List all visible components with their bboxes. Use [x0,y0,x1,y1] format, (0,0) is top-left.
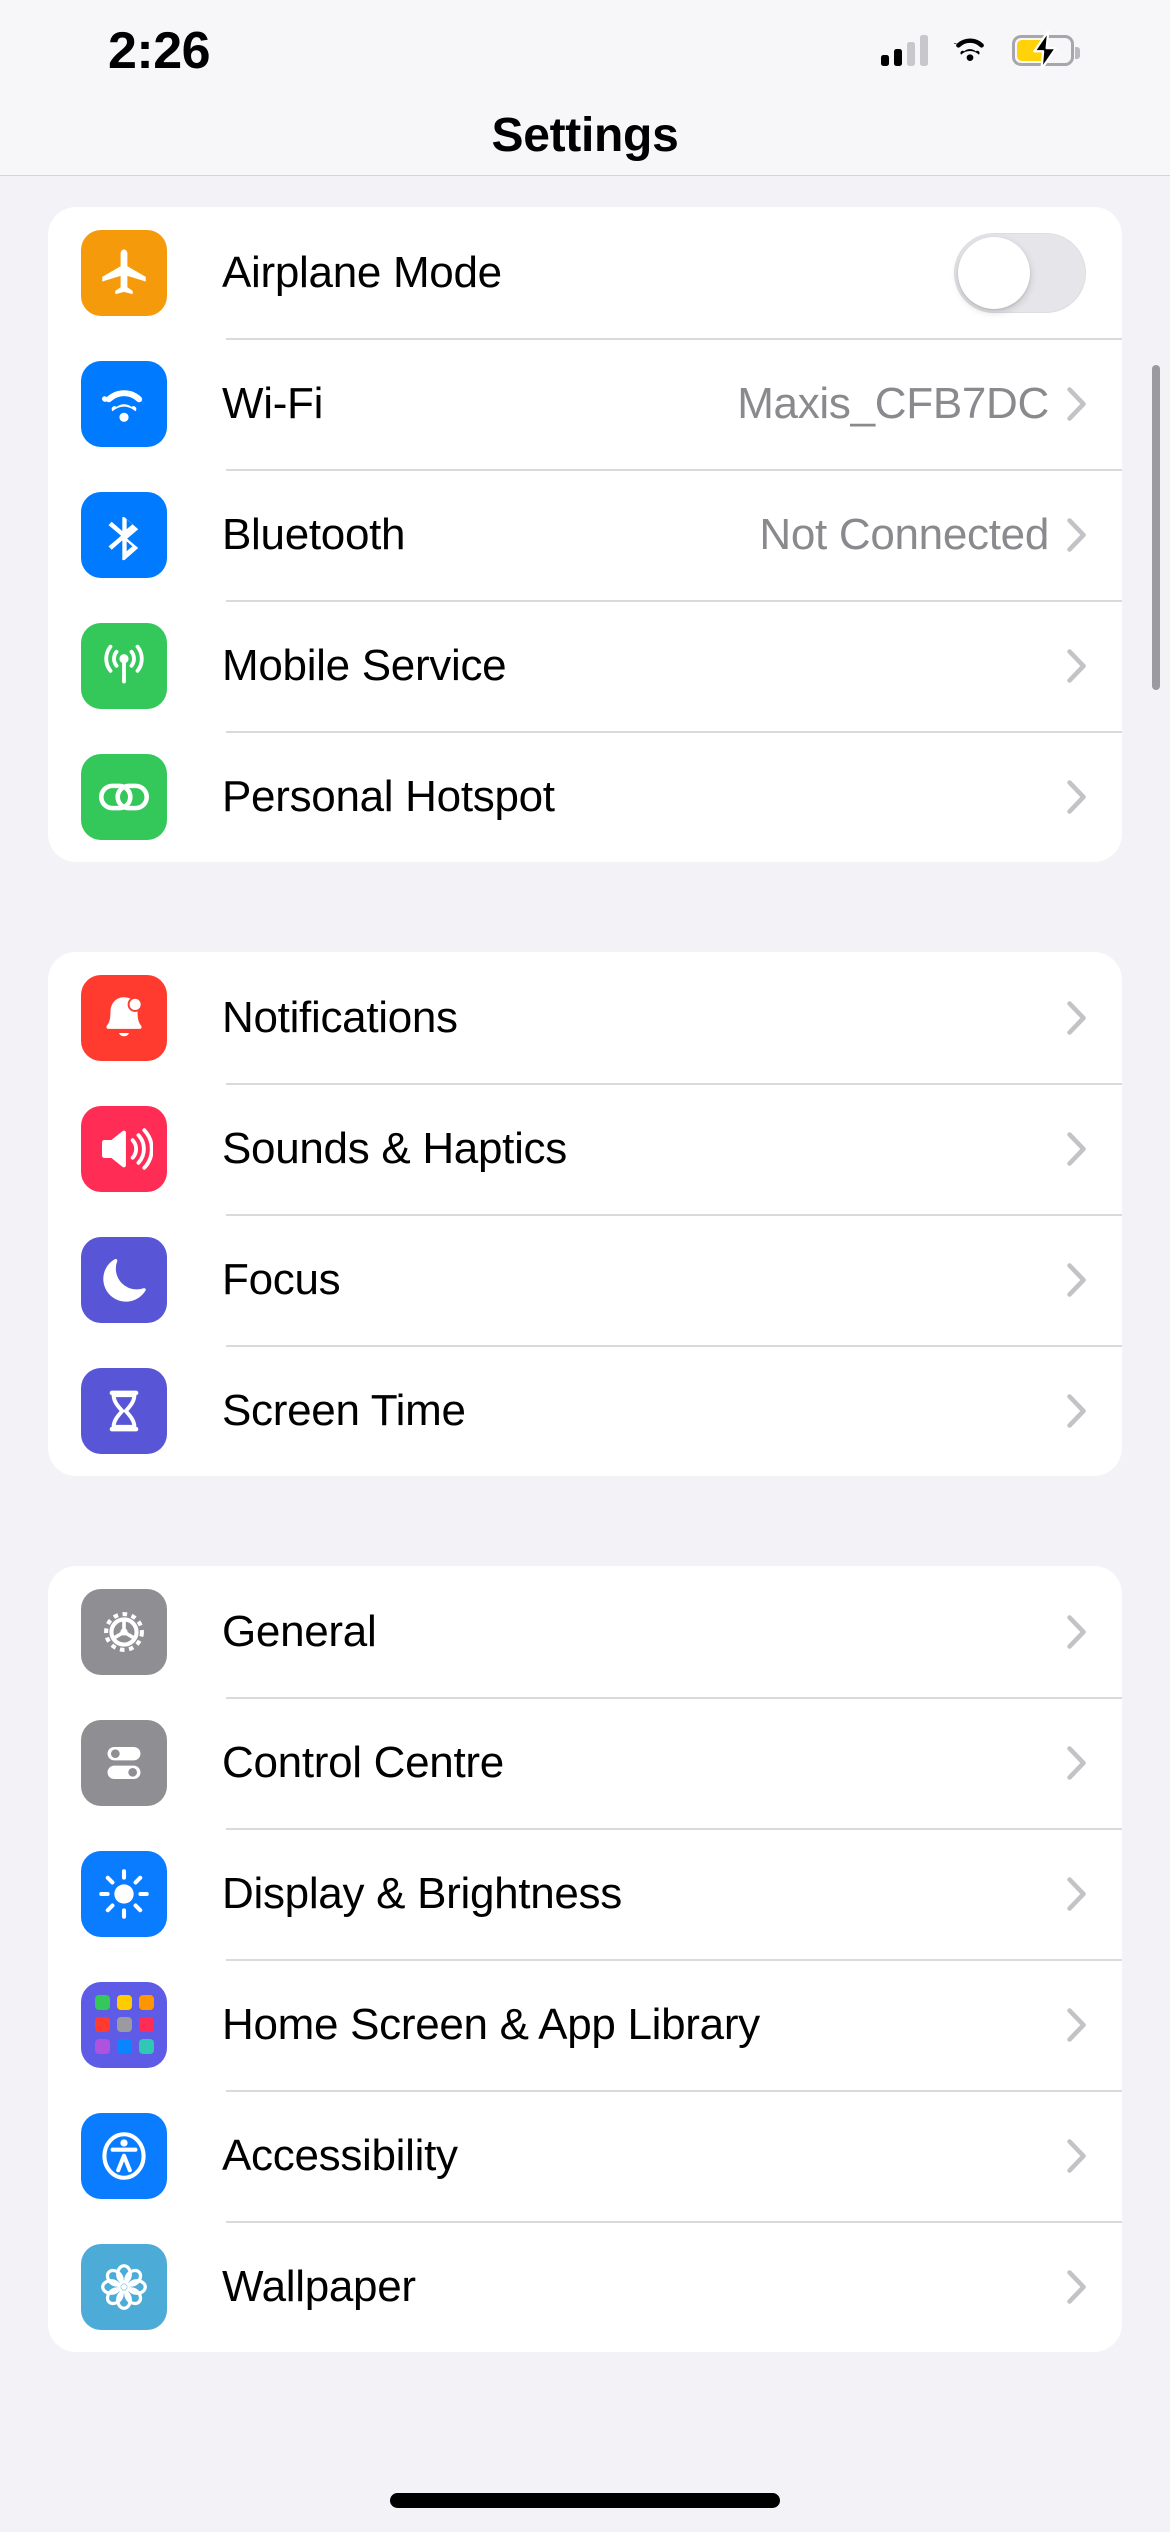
settings-row-screen-time[interactable]: Screen Time [48,1345,1122,1476]
home-indicator[interactable] [390,2493,780,2508]
settings-row-personal-hotspot[interactable]: Personal Hotspot [48,731,1122,862]
bluetooth-icon [81,491,167,578]
chevron-right-icon [1067,1614,1086,1649]
flower-icon [81,2243,167,2330]
accessibility-icon [81,2112,167,2199]
chevron-right-icon [1067,2138,1086,2173]
chevron-right-icon [1067,1876,1086,1911]
chevron-right-icon [1067,1131,1086,1166]
row-accessory [1067,1876,1122,1911]
settings-row-airplane-mode[interactable]: Airplane Mode [48,207,1122,338]
wifi-network-name: Maxis_CFB7DC [737,378,1049,428]
status-bar: 2:26 [0,0,1170,96]
speaker-waves-icon [81,1105,167,1192]
row-accessory [1067,779,1122,814]
cellular-signal-icon [881,34,928,66]
chevron-right-icon [1067,1262,1086,1297]
row-accessory [1067,648,1122,683]
chevron-right-icon [1067,2007,1086,2042]
navigation-bar: Settings [0,96,1170,176]
settings-row-label: Display & Brightness [222,1868,622,1918]
row-accessory [1067,1262,1122,1297]
settings-row-label: Wi-Fi [222,378,324,428]
battery-charging-icon [1012,31,1080,69]
page-title: Settings [491,109,679,162]
settings-row-label: Home Screen & App Library [222,1999,760,2049]
settings-row-accessibility[interactable]: Accessibility [48,2090,1122,2221]
settings-row-control-centre[interactable]: Control Centre [48,1697,1122,1828]
wifi-icon [81,360,167,447]
settings-list[interactable]: Airplane Mode Wi-Fi Maxis_CFB7DC Bluetoo… [0,177,1170,2532]
settings-row-label: Accessibility [222,2130,458,2180]
chevron-right-icon [1067,1745,1086,1780]
bell-icon [81,974,167,1061]
row-accessory [1067,1000,1122,1035]
airplane-mode-toggle[interactable] [954,232,1086,313]
vertical-scrollbar[interactable] [1152,365,1160,690]
row-accessory [1067,2007,1122,2042]
row-accessory [1067,2138,1122,2173]
wifi-icon [953,38,984,61]
settings-group-system: General Control Centre Display & Brightn… [48,1566,1122,2352]
settings-row-mobile-service[interactable]: Mobile Service [48,600,1122,731]
row-accessory [1067,1393,1122,1428]
antenna-icon [81,622,167,709]
settings-row-display-brightness[interactable]: Display & Brightness [48,1828,1122,1959]
link-chain-icon [81,753,167,840]
settings-row-label: General [222,1606,377,1656]
gear-icon [81,1588,167,1675]
row-accessory: Not Connected [759,510,1122,560]
moon-icon [81,1236,167,1323]
sliders-icon [81,1719,167,1806]
row-accessory [1067,1131,1122,1166]
settings-row-label: Control Centre [222,1737,504,1787]
chevron-right-icon [1067,648,1086,683]
settings-row-label: Focus [222,1254,341,1304]
settings-row-home-screen-app-library[interactable]: Home Screen & App Library [48,1959,1122,2090]
chevron-right-icon [1067,517,1086,552]
settings-row-sounds-haptics[interactable]: Sounds & Haptics [48,1083,1122,1214]
settings-row-label: Airplane Mode [222,247,502,297]
settings-group-connectivity: Airplane Mode Wi-Fi Maxis_CFB7DC Bluetoo… [48,207,1122,862]
row-accessory [1067,1745,1122,1780]
chevron-right-icon [1067,386,1086,421]
settings-row-label: Sounds & Haptics [222,1123,567,1173]
status-bar-indicators [881,31,1080,69]
settings-row-label: Wallpaper [222,2261,416,2311]
settings-row-label: Personal Hotspot [222,771,555,821]
settings-row-label: Bluetooth [222,509,406,559]
status-bar-time: 2:26 [108,22,211,80]
app-grid-icon [81,1981,167,2068]
row-accessory [1067,1614,1122,1649]
settings-row-general[interactable]: General [48,1566,1122,1697]
row-accessory [954,232,1122,313]
row-accessory [1067,2269,1122,2304]
hourglass-icon [81,1367,167,1454]
chevron-right-icon [1067,2269,1086,2304]
settings-row-wallpaper[interactable]: Wallpaper [48,2221,1122,2352]
toggle-knob [958,236,1030,309]
sun-icon [81,1850,167,1937]
chevron-right-icon [1067,1393,1086,1428]
charging-bolt-icon [1033,31,1058,69]
settings-group-alerts: Notifications Sounds & Haptics Focus Scr… [48,952,1122,1476]
bluetooth-status-value: Not Connected [759,509,1049,559]
settings-screen: 2:26 Settings Airplane Mode Wi-Fi Maxis_… [0,0,1170,2532]
airplane-icon [81,229,167,316]
settings-row-label: Notifications [222,992,458,1042]
settings-row-label: Screen Time [222,1385,466,1435]
chevron-right-icon [1067,1000,1086,1035]
row-accessory: Maxis_CFB7DC [737,379,1122,429]
settings-row-notifications[interactable]: Notifications [48,952,1122,1083]
settings-row-focus[interactable]: Focus [48,1214,1122,1345]
settings-row-bluetooth[interactable]: Bluetooth Not Connected [48,469,1122,600]
settings-row-wifi[interactable]: Wi-Fi Maxis_CFB7DC [48,338,1122,469]
chevron-right-icon [1067,779,1086,814]
settings-row-label: Mobile Service [222,640,507,690]
